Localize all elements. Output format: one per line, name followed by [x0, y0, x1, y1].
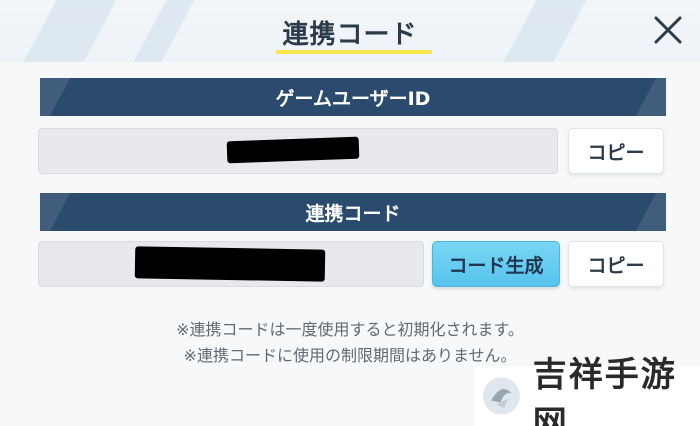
dialog-header: 連携コード: [0, 0, 700, 62]
copy-user-id-button[interactable]: コピー: [568, 128, 664, 174]
link-code-field[interactable]: [38, 241, 424, 287]
redacted-value: [226, 136, 360, 164]
bar-decoration: [40, 78, 71, 116]
bar-decoration: [635, 193, 666, 231]
watermark: 吉祥手游网: [474, 355, 700, 426]
section-heading: 連携コード: [305, 202, 401, 225]
watermark-logo-icon: [482, 377, 520, 415]
close-icon: [654, 16, 682, 44]
redacted-value: [134, 246, 326, 282]
section-heading: ゲームユーザーID: [275, 87, 431, 110]
close-button[interactable]: [648, 10, 688, 50]
section-header-link-code: 連携コード: [40, 193, 666, 231]
watermark-text: 吉祥手游网: [532, 355, 677, 426]
dialog-title: 連携コード: [282, 20, 418, 50]
link-code-dialog: 連携コード ゲームユーザーID コピー 連携コード コード生成 コピー ※連携コ…: [0, 0, 700, 426]
bar-decoration: [635, 78, 666, 116]
section-header-user-id: ゲームユーザーID: [40, 78, 666, 116]
user-id-field[interactable]: [38, 128, 558, 174]
generate-code-button[interactable]: コード生成: [432, 241, 560, 287]
bar-decoration: [40, 193, 71, 231]
title-underline: [276, 50, 432, 54]
copy-link-code-button[interactable]: コピー: [568, 241, 664, 287]
note-line: ※連携コードは一度使用すると初期化されます。: [176, 320, 524, 339]
